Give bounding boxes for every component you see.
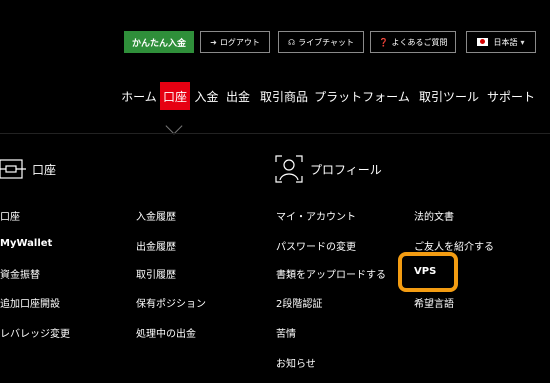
- account-section-title: 口座: [32, 162, 57, 177]
- quick-deposit-button[interactable]: かんたん入金: [124, 31, 194, 53]
- livechat-label: ライブチャット: [298, 37, 355, 47]
- language-label: 日本語: [493, 37, 518, 47]
- menu-link-complaints[interactable]: 苦情: [276, 325, 296, 340]
- japan-flag-icon: [477, 38, 489, 46]
- faq-button[interactable]: ❓ よくあるご質問: [370, 31, 456, 53]
- nav-platform[interactable]: プラットフォーム: [313, 82, 411, 110]
- nav-deposit[interactable]: 入金: [193, 82, 220, 110]
- menu-link-leverage-change[interactable]: レバレッジ変更: [0, 325, 70, 340]
- menu-link-fund-transfer[interactable]: 資金振替: [0, 266, 40, 281]
- menu-link-pending-withdrawals[interactable]: 処理中の出金: [136, 325, 196, 340]
- logout-button[interactable]: ➜ ログアウト: [200, 31, 270, 53]
- nav-trading-tools[interactable]: 取引ツール: [418, 82, 480, 110]
- profile-section-title: プロフィール: [310, 162, 382, 177]
- nav-products[interactable]: 取引商品: [258, 82, 310, 110]
- faq-label: よくあるご質問: [391, 37, 448, 47]
- nav-support[interactable]: サポート: [486, 82, 536, 110]
- menu-link-two-factor-auth[interactable]: 2段階認証: [276, 295, 322, 310]
- menu-link-mywallet[interactable]: MyWallet: [0, 238, 52, 249]
- menu-link-my-account[interactable]: マイ・アカウント: [276, 208, 356, 223]
- menu-link-account[interactable]: 口座: [0, 208, 20, 223]
- menu-link-change-password[interactable]: パスワードの変更: [276, 238, 356, 253]
- menu-link-legal-documents[interactable]: 法的文書: [414, 208, 454, 223]
- nav-home[interactable]: ホーム: [118, 82, 160, 110]
- menu-link-vps[interactable]: VPS: [414, 266, 436, 277]
- menu-link-refer-friend[interactable]: ご友人を紹介する: [414, 238, 494, 253]
- menu-link-trade-history[interactable]: 取引履歴: [136, 266, 176, 281]
- help-icon: ❓: [378, 37, 389, 47]
- menu-link-deposit-history[interactable]: 入金履歴: [136, 208, 176, 223]
- livechat-button[interactable]: ☊ ライブチャット: [278, 31, 364, 53]
- profile-icon: [275, 155, 303, 183]
- menu-link-notifications[interactable]: お知らせ: [276, 355, 316, 370]
- nav-account[interactable]: 口座: [160, 82, 190, 110]
- dropdown-divider: [0, 133, 550, 134]
- nav-withdraw[interactable]: 出金: [224, 82, 252, 110]
- dropdown-pointer: [165, 117, 183, 135]
- menu-link-open-additional-account[interactable]: 追加口座開設: [0, 295, 60, 310]
- menu-link-open-positions[interactable]: 保有ポジション: [136, 295, 206, 310]
- account-section-header: 口座: [0, 158, 56, 180]
- chevron-down-icon: ▾: [520, 37, 525, 47]
- menu-link-upload-documents[interactable]: 書類をアップロードする: [276, 266, 386, 281]
- utility-bar: かんたん入金 ➜ ログアウト ☊ ライブチャット ❓ よくあるご質問 日本語 ▾: [0, 31, 550, 53]
- logout-label: ログアウト: [219, 37, 260, 47]
- main-nav: ホーム 口座 入金 出金 取引商品 プラットフォーム 取引ツール サポート: [0, 82, 550, 112]
- wallet-icon: [0, 159, 26, 179]
- headset-icon: ☊: [287, 37, 296, 47]
- menu-link-withdraw-history[interactable]: 出金履歴: [136, 238, 176, 253]
- menu-link-preferred-language[interactable]: 希望言語: [414, 295, 454, 310]
- profile-section-header: プロフィール: [274, 154, 382, 184]
- language-selector[interactable]: 日本語 ▾: [466, 31, 536, 53]
- logout-icon: ➜: [210, 37, 217, 47]
